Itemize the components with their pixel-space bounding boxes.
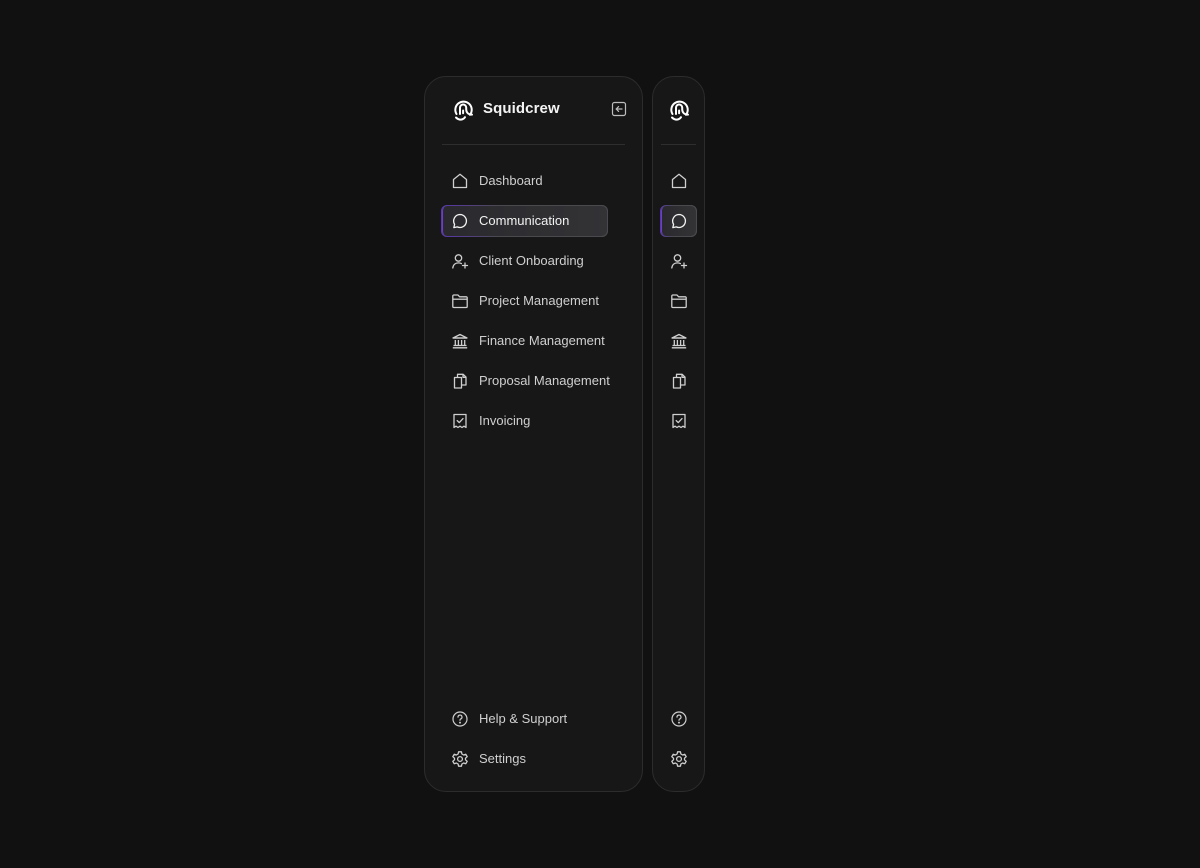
brand-name: Squidcrew: [483, 100, 560, 117]
nav-item-proposal-management[interactable]: Proposal Management: [441, 365, 610, 397]
stage: Squidcrew Dashboard Communication Client…: [0, 0, 1200, 868]
nav-label: Communication: [479, 213, 570, 228]
user-plus-icon: [451, 252, 469, 270]
nav-item-settings[interactable]: Settings: [441, 743, 608, 775]
documents-icon: [670, 372, 688, 390]
nav-label: Dashboard: [479, 173, 543, 188]
gear-icon: [451, 750, 469, 768]
sidebar-collapsed: [652, 76, 705, 792]
help-circle-icon: [670, 710, 688, 728]
home-icon: [670, 172, 688, 190]
nav-label: Finance Management: [479, 333, 605, 348]
documents-icon: [451, 372, 469, 390]
nav-item-help-support[interactable]: Help & Support: [441, 703, 608, 735]
nav-label: Help & Support: [479, 711, 568, 726]
nav-label: Client Onboarding: [479, 253, 584, 268]
nav-item-project-management[interactable]: [660, 285, 697, 317]
nav-item-project-management[interactable]: Project Management: [441, 285, 608, 317]
nav-label: Invoicing: [479, 413, 531, 428]
nav-item-communication[interactable]: Communication: [441, 205, 608, 237]
home-icon: [451, 172, 469, 190]
header-divider: [442, 144, 625, 145]
bank-icon: [451, 332, 469, 350]
header-divider: [661, 144, 696, 145]
sidebar-expanded: Squidcrew Dashboard Communication Client…: [424, 76, 643, 792]
nav-item-invoicing[interactable]: Invoicing: [441, 405, 608, 437]
nav-item-proposal-management[interactable]: [660, 365, 697, 397]
nav-item-finance-management[interactable]: Finance Management: [441, 325, 608, 357]
bank-icon: [670, 332, 688, 350]
nav-item-invoicing[interactable]: [660, 405, 697, 437]
help-circle-icon: [451, 710, 469, 728]
nav-label: Proposal Management: [479, 373, 610, 388]
nav-item-help-support[interactable]: [660, 703, 697, 735]
user-plus-icon: [670, 252, 688, 270]
chat-bubble-icon: [670, 212, 688, 230]
collapse-sidebar-icon[interactable]: [611, 101, 627, 117]
chat-bubble-icon: [451, 212, 469, 230]
receipt-check-icon: [670, 412, 688, 430]
sidebar-header: Squidcrew: [425, 77, 642, 145]
sidebar-header: [653, 77, 704, 145]
nav-label: Project Management: [479, 293, 599, 308]
nav-item-client-onboarding[interactable]: [660, 245, 697, 277]
nav-item-client-onboarding[interactable]: Client Onboarding: [441, 245, 608, 277]
squid-logo-icon[interactable]: [667, 98, 691, 122]
nav-label: Settings: [479, 751, 526, 766]
folder-icon: [451, 292, 469, 310]
gear-icon: [670, 750, 688, 768]
nav-item-communication[interactable]: [660, 205, 697, 237]
sidebar-footer: [653, 691, 704, 791]
receipt-check-icon: [451, 412, 469, 430]
nav-item-dashboard[interactable]: Dashboard: [441, 165, 608, 197]
folder-icon: [670, 292, 688, 310]
nav-item-finance-management[interactable]: [660, 325, 697, 357]
nav-item-dashboard[interactable]: [660, 165, 697, 197]
squid-logo-icon[interactable]: [451, 98, 475, 122]
nav-item-settings[interactable]: [660, 743, 697, 775]
sidebar-footer: Help & Support Settings: [425, 691, 642, 791]
